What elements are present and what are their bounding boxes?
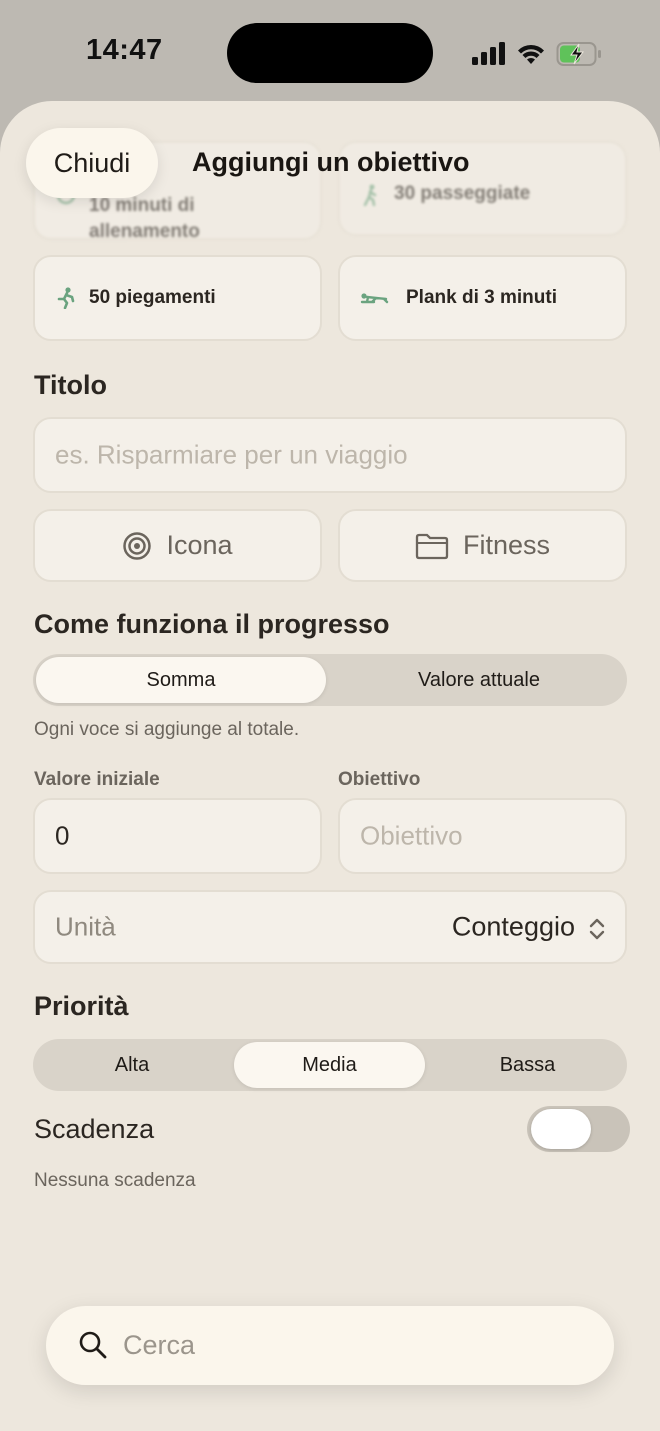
add-goal-sheet: Chiudi Aggiungi un obiettivo 10 minuti d… bbox=[0, 101, 660, 1431]
initial-value: 0 bbox=[55, 820, 70, 851]
title-placeholder: es. Risparmiare per un viaggio bbox=[55, 439, 408, 470]
deadline-toggle[interactable] bbox=[527, 1106, 630, 1152]
pushup-icon bbox=[55, 287, 77, 310]
priority-option-medium[interactable]: Media bbox=[234, 1042, 425, 1088]
suggestion-card[interactable]: 50 piegamenti bbox=[33, 255, 322, 341]
unit-label: Unità bbox=[55, 911, 116, 942]
folder-icon bbox=[415, 533, 449, 559]
chevron-up-down-icon bbox=[589, 918, 605, 940]
icon-picker-label: Icona bbox=[166, 530, 233, 560]
unit-picker[interactable]: Unità Conteggio bbox=[33, 890, 627, 964]
search-icon bbox=[79, 1331, 107, 1359]
status-time: 14:47 bbox=[86, 34, 163, 66]
suggestion-label: 50 piegamenti bbox=[89, 287, 216, 308]
target-icon bbox=[123, 531, 152, 560]
status-bar: 14:47 bbox=[0, 0, 660, 100]
priority-option-low[interactable]: Bassa bbox=[431, 1042, 624, 1088]
suggestion-label: Plank di 3 minuti bbox=[406, 287, 557, 308]
plank-icon bbox=[360, 287, 390, 309]
suggestion-label: 30 passeggiate bbox=[394, 183, 531, 204]
icon-picker-button[interactable]: Icona bbox=[33, 509, 322, 582]
suggestion-card[interactable]: Plank di 3 minuti bbox=[338, 255, 627, 341]
progress-option-sum[interactable]: Somma bbox=[36, 657, 326, 703]
progress-hint: Ogni voce si aggiunge al totale. bbox=[34, 719, 300, 740]
category-picker-label: Fitness bbox=[462, 530, 551, 560]
suggestion-label: 10 minuti di allenamento bbox=[89, 195, 200, 242]
title-input[interactable]: es. Risparmiare per un viaggio bbox=[33, 417, 627, 493]
target-placeholder: Obiettivo bbox=[360, 820, 463, 851]
progress-heading: Come funziona il progresso bbox=[34, 609, 390, 639]
sheet-title: Aggiungi un obiettivo bbox=[192, 147, 470, 177]
search-placeholder: Cerca bbox=[123, 1330, 196, 1360]
priority-control: Alta Media Bassa bbox=[33, 1039, 627, 1091]
search-bar[interactable]: Cerca bbox=[46, 1306, 614, 1385]
title-heading: Titolo bbox=[34, 370, 107, 400]
target-input[interactable]: Obiettivo bbox=[338, 798, 627, 874]
initial-value-input[interactable]: 0 bbox=[33, 798, 322, 874]
unit-value: Conteggio bbox=[451, 911, 575, 942]
deadline-label: Scadenza bbox=[34, 1114, 155, 1144]
walk-icon bbox=[360, 184, 382, 207]
initial-value-label: Valore iniziale bbox=[34, 769, 160, 790]
deadline-hint: Nessuna scadenza bbox=[34, 1170, 196, 1191]
priority-heading: Priorità bbox=[34, 991, 129, 1021]
dynamic-island bbox=[227, 23, 433, 83]
progress-mode-control: Somma Valore attuale bbox=[33, 654, 627, 706]
category-picker-button[interactable]: Fitness bbox=[338, 509, 627, 582]
progress-option-current[interactable]: Valore attuale bbox=[334, 657, 624, 703]
close-button[interactable]: Chiudi bbox=[26, 128, 158, 198]
signal-icon bbox=[472, 42, 505, 65]
status-icons bbox=[470, 38, 610, 70]
priority-option-high[interactable]: Alta bbox=[36, 1042, 228, 1088]
battery-icon bbox=[556, 42, 601, 66]
toggle-knob bbox=[531, 1109, 591, 1149]
target-label: Obiettivo bbox=[338, 769, 421, 790]
wifi-icon bbox=[518, 44, 544, 64]
